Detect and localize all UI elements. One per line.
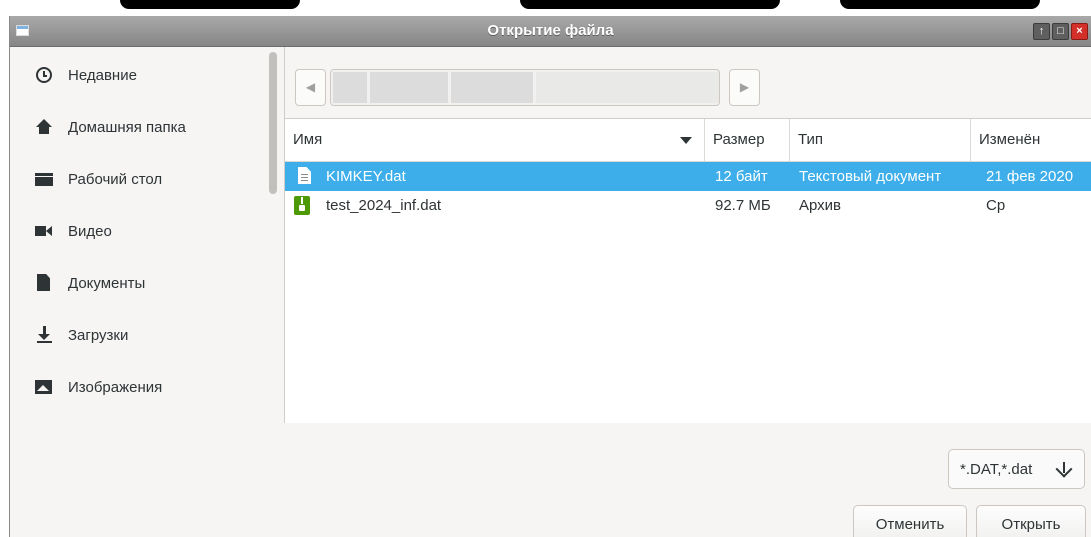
desktop-icon	[35, 170, 53, 188]
sidebar-item-label: Видео	[68, 222, 112, 240]
video-icon	[35, 222, 53, 240]
sidebar-item-label: Рабочий стол	[68, 170, 163, 188]
sidebar-item-label: Изображения	[68, 378, 163, 396]
sidebar-item-downloads[interactable]: Загрузки	[10, 309, 268, 361]
file-type: Текстовый документ	[799, 168, 942, 185]
path-scroll-right-button[interactable]: ▶	[729, 69, 760, 106]
file-modified: 21 фев 2020	[986, 168, 1074, 185]
text-file-icon	[298, 167, 311, 184]
path-segment[interactable]	[333, 72, 367, 103]
path-scroll-left-button[interactable]: ◀	[295, 69, 326, 106]
sidebar-item-video[interactable]: Видео	[10, 205, 268, 257]
sidebar-scrollbar[interactable]	[269, 52, 277, 194]
column-type-label: Тип	[798, 131, 824, 148]
file-filter-value: *.DAT,*.dat	[960, 460, 1033, 478]
path-segment[interactable]	[536, 72, 719, 103]
column-size-label: Размер	[713, 131, 765, 148]
path-bar: ◀ ▶	[285, 47, 1091, 119]
cropped-background-text	[520, 0, 780, 9]
column-name[interactable]: Имя	[285, 119, 705, 161]
column-header: Имя Размер Тип Изменён	[285, 119, 1091, 162]
file-list: KIMKEY.dat 12 байт Текстовый документ 21…	[285, 162, 1091, 220]
sidebar-item-label: Домашняя папка	[68, 118, 186, 136]
image-icon	[35, 378, 53, 396]
path-segment[interactable]	[370, 72, 448, 103]
sidebar-item-label: Недавние	[68, 66, 137, 84]
home-icon	[35, 118, 53, 136]
sidebar-item-recent[interactable]: Недавние	[10, 49, 268, 101]
background-strip	[0, 0, 1091, 16]
maximize-icon[interactable]: □	[1052, 23, 1069, 40]
sort-descending-icon	[680, 137, 692, 144]
open-button[interactable]: Открыть	[976, 505, 1086, 537]
move-up-icon[interactable]: ↑	[1033, 23, 1050, 40]
window-controls: ↑ □ ×	[1033, 23, 1088, 40]
sidebar-item-label: Документы	[68, 274, 146, 292]
arrow-down-icon	[1057, 462, 1071, 478]
title-bar[interactable]: Открытие файла ↑ □ ×	[10, 16, 1091, 47]
sidebar-item-home[interactable]: Домашняя папка	[10, 101, 268, 153]
cropped-background-text	[840, 0, 1040, 9]
file-filter-dropdown[interactable]: *.DAT,*.dat	[948, 449, 1085, 489]
column-modified-label: Изменён	[979, 131, 1041, 148]
archive-icon	[294, 196, 310, 215]
sidebar-item-documents[interactable]: Документы	[10, 257, 268, 309]
cropped-background-text	[120, 0, 300, 9]
column-modified[interactable]: Изменён	[971, 119, 1091, 161]
file-open-dialog: Открытие файла ↑ □ × Недавние Домашняя п…	[9, 16, 1091, 537]
sidebar-item-images[interactable]: Изображения	[10, 361, 268, 413]
sidebar-item-desktop[interactable]: Рабочий стол	[10, 153, 268, 205]
cancel-button[interactable]: Отменить	[853, 505, 967, 537]
file-browser: ◀ ▶ Имя Размер Тип Изменён KIMKEY.dat 12…	[285, 47, 1091, 423]
document-icon	[35, 274, 53, 292]
file-row[interactable]: KIMKEY.dat 12 байт Текстовый документ 21…	[285, 162, 1091, 191]
file-size: 92.7 МБ	[715, 197, 771, 214]
path-segment[interactable]	[451, 72, 533, 103]
window-title: Открытие файла	[487, 22, 614, 39]
download-icon	[35, 326, 53, 344]
file-modified: Ср	[986, 197, 1006, 214]
path-segments[interactable]	[330, 69, 720, 106]
file-name: KIMKEY.dat	[326, 168, 406, 185]
close-icon[interactable]: ×	[1071, 23, 1088, 40]
clock-icon	[35, 66, 53, 84]
file-row[interactable]: test_2024_inf.dat 92.7 МБ Архив Ср	[285, 191, 1091, 220]
places-sidebar: Недавние Домашняя папка Рабочий стол Вид…	[10, 47, 285, 423]
sidebar-item-label: Загрузки	[68, 326, 129, 344]
column-type[interactable]: Тип	[790, 119, 971, 161]
column-size[interactable]: Размер	[705, 119, 790, 161]
file-type: Архив	[799, 197, 842, 214]
column-name-label: Имя	[293, 131, 323, 148]
file-size: 12 байт	[715, 168, 768, 185]
file-name: test_2024_inf.dat	[326, 197, 442, 214]
